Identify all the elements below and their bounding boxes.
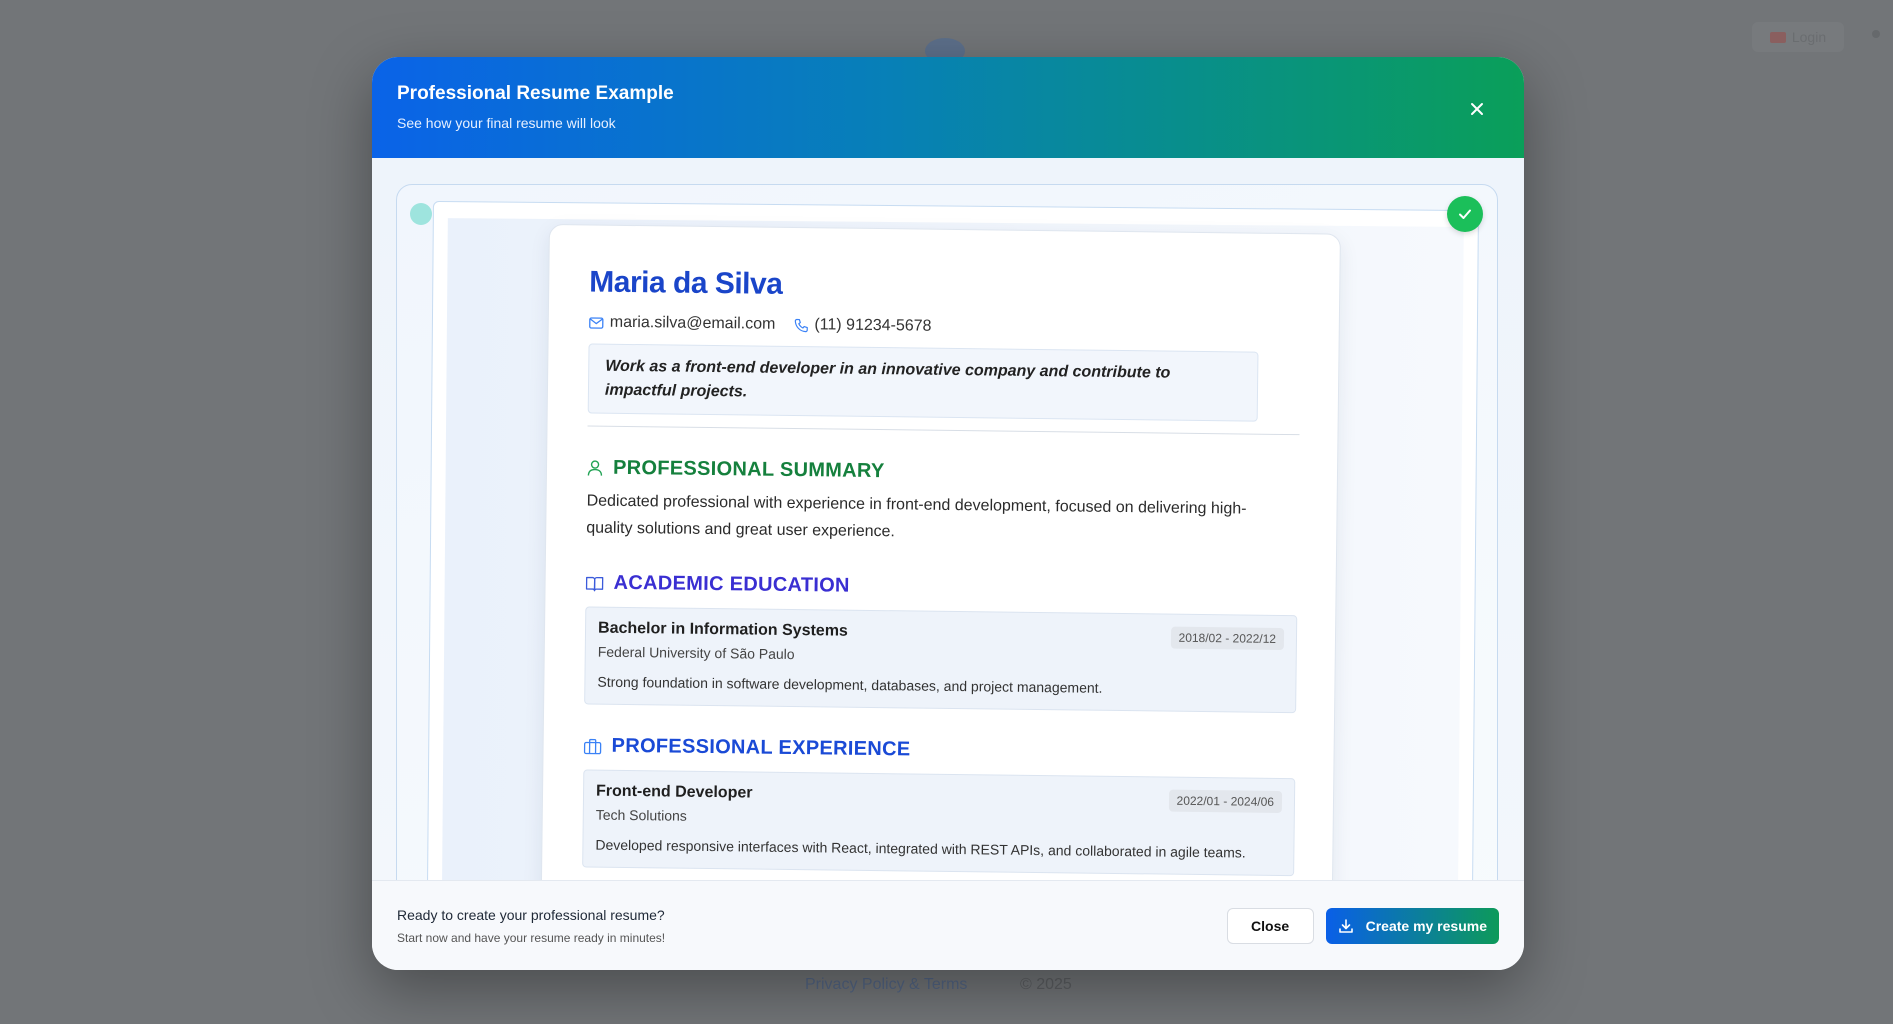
- experience-dates: 2022/01 - 2024/06: [1168, 789, 1283, 813]
- flag-icon: [1769, 31, 1786, 43]
- background-menu-dot: [1872, 30, 1880, 38]
- resume-sheet: Maria da Silva maria.silva@email.com (11…: [539, 224, 1341, 880]
- check-icon: [1447, 196, 1483, 232]
- modal-subtitle: See how your final resume will look: [397, 115, 616, 131]
- background-login-label: Login: [1791, 29, 1827, 45]
- download-icon: [1338, 918, 1353, 933]
- resume-preview-frame: Maria da Silva maria.silva@email.com (11…: [396, 184, 1498, 880]
- phone-icon: [794, 318, 808, 332]
- create-resume-button[interactable]: Create my resume: [1325, 907, 1499, 944]
- education-title-text: ACADEMIC EDUCATION: [613, 571, 850, 597]
- modal-footer: Ready to create your professional resume…: [372, 880, 1524, 970]
- modal-header: Professional Resume Example See how your…: [372, 57, 1524, 158]
- create-resume-label: Create my resume: [1365, 917, 1487, 934]
- background-footer-text: © 2025: [1020, 976, 1072, 993]
- background-footer-link: Privacy Policy & Terms: [805, 976, 968, 993]
- experience-entry: Front-end Developer Tech Solutions Devel…: [582, 769, 1296, 877]
- resume-contact: maria.silva@email.com (11) 91234-5678: [589, 313, 1299, 340]
- resume-name: Maria da Silva: [589, 265, 783, 301]
- summary-section-title: PROFESSIONAL SUMMARY: [587, 456, 1297, 488]
- resume-example-modal: Professional Resume Example See how your…: [372, 57, 1524, 970]
- education-description: Strong foundation in software developmen…: [597, 673, 1103, 696]
- contact-phone: (11) 91234-5678: [793, 316, 932, 336]
- close-icon[interactable]: [1468, 100, 1486, 118]
- mail-icon: [589, 316, 604, 329]
- contact-phone-text: (11) 91234-5678: [814, 316, 932, 335]
- education-section-title: ACADEMIC EDUCATION: [585, 571, 1295, 603]
- footer-text-group: Ready to create your professional resume…: [397, 907, 665, 945]
- education-entry: Bachelor in Information Systems Federal …: [584, 606, 1298, 714]
- contact-email: maria.silva@email.com: [589, 313, 776, 333]
- experience-description: Developed responsive interfaces with Rea…: [595, 836, 1246, 861]
- modal-body[interactable]: Maria da Silva maria.silva@email.com (11…: [372, 158, 1524, 880]
- resume-objective: Work as a front-end developer in an inno…: [587, 343, 1259, 422]
- briefcase-icon: [583, 738, 602, 754]
- decorative-dot: [410, 203, 432, 225]
- user-icon: [587, 460, 603, 476]
- contact-email-text: maria.silva@email.com: [609, 313, 776, 333]
- resume-divider: [587, 425, 1300, 436]
- experience-section-title: PROFESSIONAL EXPERIENCE: [583, 734, 1293, 766]
- experience-title-text: PROFESSIONAL EXPERIENCE: [611, 734, 911, 761]
- summary-text: Dedicated professional with experience i…: [586, 492, 1247, 541]
- background-login-button: Login: [1752, 22, 1844, 52]
- education-dates: 2018/02 - 2022/12: [1170, 626, 1285, 651]
- footer-question: Ready to create your professional resume…: [397, 906, 665, 923]
- modal-title: Professional Resume Example: [397, 83, 674, 104]
- close-button[interactable]: Close: [1226, 907, 1314, 944]
- summary-title-text: PROFESSIONAL SUMMARY: [612, 456, 885, 483]
- book-open-icon: [585, 576, 604, 591]
- footer-actions: Close Create my resume: [1226, 907, 1499, 944]
- footer-subtext: Start now and have your resume ready in …: [397, 930, 666, 945]
